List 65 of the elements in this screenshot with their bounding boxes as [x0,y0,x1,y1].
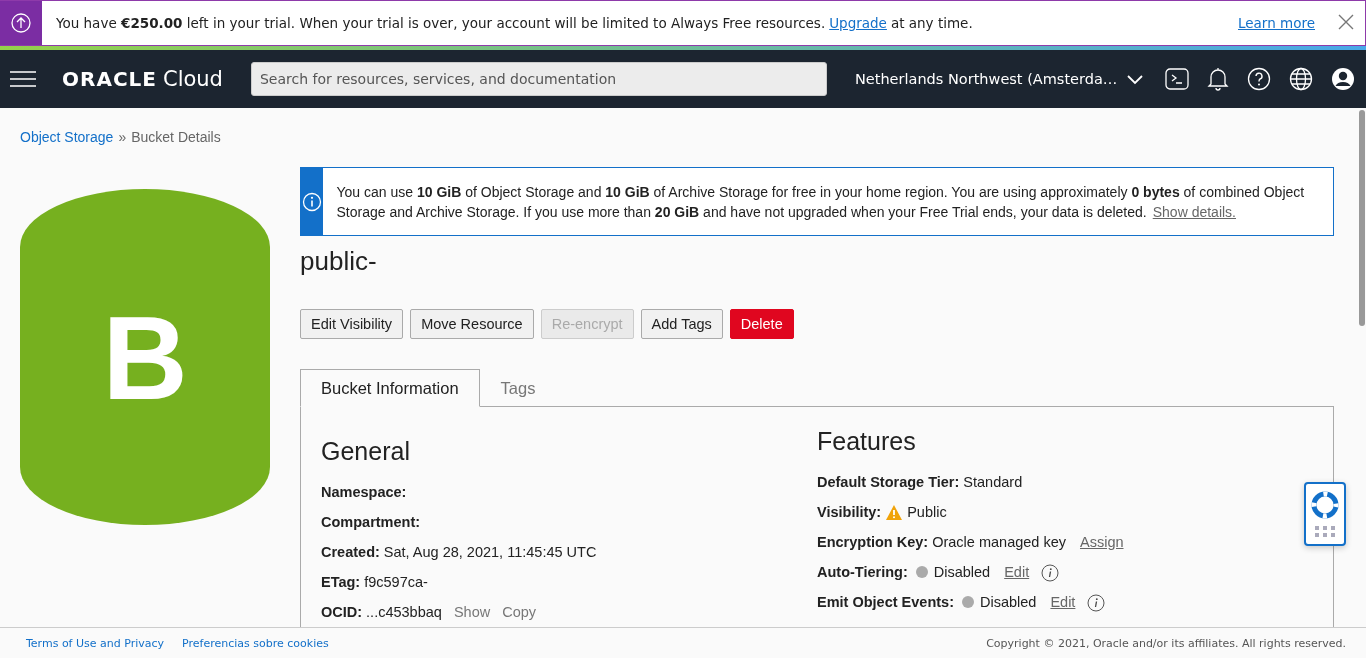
lifebuoy-icon [1311,491,1339,520]
help-widget[interactable] [1304,482,1346,546]
field-value: ...c453bbaq [366,604,442,620]
tab[interactable]: Tags [479,369,557,407]
footer-link[interactable]: Preferencias sobre cookies [182,636,329,650]
user-avatar-icon[interactable] [1331,67,1356,91]
field-label: Visibility: [817,504,882,520]
text-link[interactable]: Copy [502,604,537,620]
footer-link[interactable]: Terms of Use and Privacy [26,636,165,650]
breadcrumb-separator: » [118,129,127,145]
free-tier-message: You can use 10 GiB of Object Storage and 10 GiB of Archive Storage for free in your home region. You are using approximately 0 bytes of combined Object Storage and Archive Storage. If you use more than 20 GiB and have not upgraded when your Free Trial ends, your data is deleted. Show details. [335,182,1306,222]
field-label: ETag: [321,574,361,590]
bell-icon[interactable] [1207,67,1230,91]
field-label: Emit Object Events: [817,594,954,610]
help-icon[interactable] [1247,67,1272,91]
product-name: Cloud [162,67,223,91]
upgrade-link[interactable]: Upgrade [829,15,887,31]
action-button[interactable]: Delete [729,309,794,339]
field-label: Encryption Key: [817,534,929,550]
section-heading: Features [817,427,917,456]
field-value: Public [907,504,947,520]
close-icon[interactable] [1337,12,1355,31]
bucket-icon: B [20,189,270,525]
region-selector[interactable]: Netherlands Northwest (Amsterda… [854,71,1118,87]
info-icon[interactable] [1041,564,1060,582]
breadcrumb-current: Bucket Details [131,129,221,145]
field-value: Disabled [980,594,1037,610]
oracle-logo: ORACLE [62,67,157,91]
field-label: Namespace: [321,484,407,500]
action-button[interactable]: Edit Visibility [300,309,404,339]
learn-more-link[interactable]: Learn more [1238,15,1315,31]
tab[interactable]: Bucket Information [300,369,480,407]
edit-link[interactable]: Edit [1050,594,1076,610]
bucket-name: public- [300,246,378,277]
action-button[interactable]: Add Tags [640,309,723,339]
info-icon [301,191,322,212]
globe-icon[interactable] [1289,67,1314,91]
field-value: f9c597ca- [364,574,428,590]
section-heading: General [321,437,411,466]
field-value: Standard [963,474,1023,490]
grid-dots-icon [1315,525,1335,537]
breadcrumb-link[interactable]: Object Storage [20,129,114,145]
show-details-link[interactable]: Show details. [1152,203,1236,220]
edit-link[interactable]: Edit [1004,564,1030,580]
action-button[interactable]: Move Resource [410,309,534,339]
trial-message: You have €250.00 left in your trial. When your trial is over, your account will be limited to Always Free resources. [56,15,826,31]
field-label: Compartment: [321,514,421,530]
text-link[interactable]: Show [453,604,491,620]
assign-link[interactable]: Assign [1080,534,1124,550]
scrollbar[interactable] [1359,110,1365,326]
trial-message-end: at any time. [890,15,973,31]
field-label: Created: [321,544,380,560]
field-label: OCID: [321,604,363,620]
field-value: Sat, Aug 28, 2021, 11:45:45 UTC [383,544,597,560]
search-field[interactable]: Search for resources, services, and documentation [250,62,827,96]
copyright-text: Copyright © 2021, Oracle and/or its affiliates. All rights reserved. [986,636,1346,650]
menu-icon[interactable] [10,70,36,88]
terminal-icon[interactable] [1165,68,1190,90]
field-label: Auto-Tiering: [817,564,908,580]
chevron-down-icon[interactable] [1127,73,1144,85]
field-value: Disabled [933,564,991,580]
field-label: Default Storage Tier: [817,474,960,490]
field-value: Oracle managed key [932,534,1066,550]
warning-icon [885,504,904,521]
info-icon[interactable] [1087,594,1106,612]
